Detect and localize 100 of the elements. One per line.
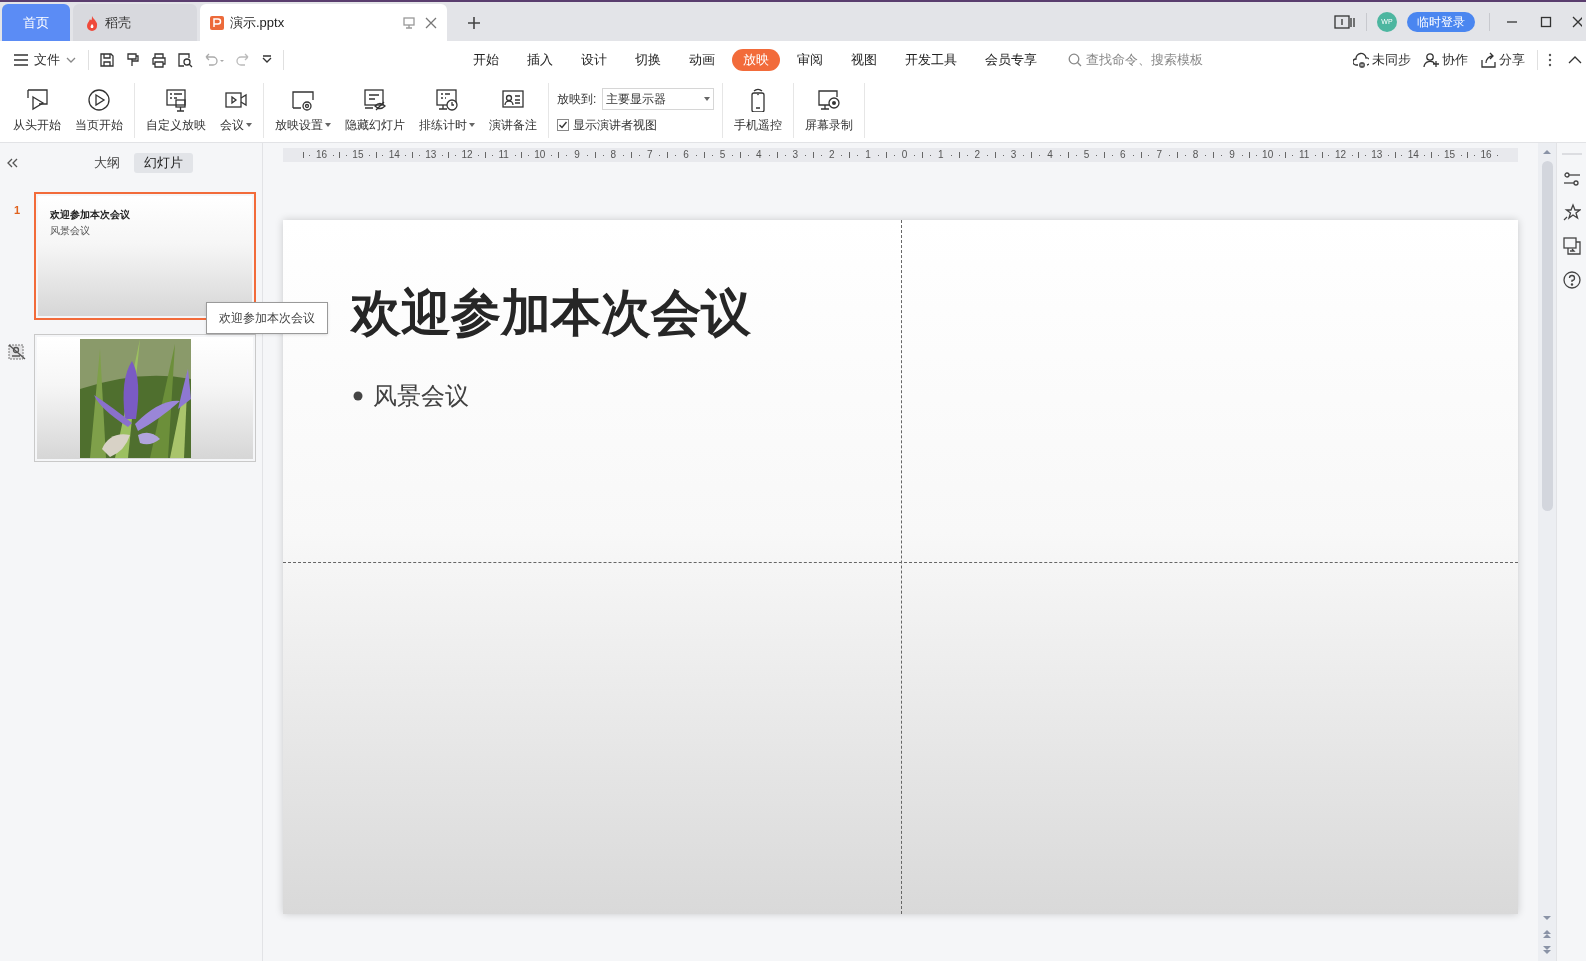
add-tab-icon[interactable] [467,16,481,30]
ruler-label: 8 [610,150,617,160]
ribbon-tab[interactable]: 开始 [462,49,510,71]
switch-window-icon[interactable] [1562,237,1581,255]
ruler-label: 0 [901,150,908,160]
print-icon[interactable] [151,52,167,68]
ribbon-tab[interactable]: 设计 [570,49,618,71]
flame-icon [85,14,99,31]
ribbon-button[interactable]: 从头开始 [6,83,68,138]
chevron-down-icon [66,57,76,63]
close-icon[interactable] [425,16,437,29]
ribbon-tab[interactable]: 动画 [678,49,726,71]
checkbox[interactable] [557,118,569,131]
hidden-slide-icon [363,87,387,112]
document-tab[interactable]: 稻壳 [73,4,197,41]
ruler-label: 6 [1120,150,1126,160]
field-label: 放映到: [557,90,597,108]
ribbon-tab[interactable]: 切换 [624,49,672,71]
ruler-label: 12 [1334,150,1346,160]
document-tab[interactable]: 演示.pptx [200,4,447,41]
scrollbar-thumb[interactable] [1541,161,1553,511]
tooltip: 欢迎参加本次会议 [206,302,328,334]
ribbon-tab[interactable]: 插入 [516,49,564,71]
ruler-label: 8 [1192,150,1199,160]
ruler-label: 15 [352,150,364,160]
ribbon-button[interactable]: 会议 [213,83,259,138]
scroll-down-icon[interactable] [1543,915,1551,921]
thumbnail-bullet: 风景会议 [50,224,90,238]
format-painter-icon[interactable] [125,52,141,68]
ruler-label: 4 [1047,150,1053,160]
collapse-panel-icon[interactable] [6,158,18,168]
menu-icon [14,54,28,66]
person-icon [1423,52,1439,68]
share-button[interactable]: 分享 [1480,50,1525,70]
collaborate-button[interactable]: 协作 [1423,50,1468,70]
ruler-label: 3 [792,150,799,160]
ruler-label: 11 [498,150,509,160]
ruler-label: 13 [1371,150,1383,160]
ribbon-button[interactable]: 手机遥控 [727,83,790,138]
ribbon-tab[interactable]: 审阅 [786,49,834,71]
clock-screen-icon [435,87,459,112]
slide-number: 1 [13,203,21,218]
presenter-view-checkbox[interactable]: 显示演讲者视图 [557,115,715,134]
slide-thumbnail[interactable] [34,334,256,462]
more-icon[interactable] [1548,53,1552,67]
print-preview-icon[interactable] [177,52,193,68]
panel-view-tab[interactable]: 幻灯片 [134,153,193,173]
dropdown-caret-icon [325,122,331,127]
dropdown-caret-icon [469,122,475,127]
dropdown-caret-icon [246,122,252,127]
ruler-label: 16 [1480,150,1492,160]
scroll-up-icon[interactable] [1543,149,1551,155]
thumbnail-title: 欢迎参加本次会议 [50,208,130,222]
ruler-label: 2 [974,150,980,160]
ruler-label: 5 [719,150,726,160]
ribbon-button[interactable]: 隐藏幻灯片 [338,83,412,138]
help-icon[interactable] [1562,271,1581,289]
display-select[interactable]: 主要显示器 [602,87,715,110]
custom-show-icon [164,87,188,112]
star-icon[interactable] [1562,203,1581,221]
ruler-label: 11 [1298,150,1310,160]
file-menu[interactable]: 文件 [14,50,76,70]
page-layout-icon[interactable] [1334,15,1356,29]
ruler-label: 9 [1229,150,1235,160]
ruler-label: 13 [425,150,437,160]
dropdown-caret-icon [704,96,711,101]
ribbon-button[interactable]: 演讲备注 [482,83,544,138]
screen-record-icon [817,87,842,112]
play-from-start-icon [25,87,49,112]
login-button[interactable]: 临时登录 [1407,12,1475,32]
ribbon-button[interactable]: 当页开始 [68,83,130,138]
ribbon-tab[interactable]: 会员专享 [974,49,1048,71]
search-icon [1068,53,1082,67]
maximize-icon[interactable] [1540,16,1552,28]
ruler-label: 10 [1262,150,1274,160]
collapse-ribbon-icon[interactable] [1568,56,1582,64]
save-icon[interactable] [99,52,115,68]
previous-page-icon[interactable] [1543,929,1551,939]
next-page-icon[interactable] [1543,945,1551,955]
bullet-icon [353,391,363,401]
share-icon [1480,52,1496,68]
ribbon-button[interactable]: 屏幕录制 [798,83,861,138]
play-icon [87,87,111,112]
ruler-label: 1 [865,150,871,160]
panel-view-tab[interactable]: 大纲 [84,153,130,173]
ruler-label: 6 [683,150,689,160]
slide-title: 欢迎参加本次会议 [351,284,751,343]
ruler-label: 3 [1010,150,1017,160]
ribbon-button[interactable]: 放映设置 [268,83,338,138]
ribbon-button[interactable]: 自定义放映 [139,83,213,138]
sync-status-button[interactable]: 未同步 [1353,50,1411,70]
ribbon-tab[interactable]: 开发工具 [894,49,968,71]
ruler-label: 2 [828,150,835,160]
search-field[interactable]: 查找命令、搜索模板 [1068,50,1226,70]
sliders-icon[interactable] [1562,171,1581,187]
ribbon-button[interactable]: 排练计时 [412,83,482,138]
ruler-label: 1 [938,150,944,160]
ribbon-tab[interactable]: 视图 [840,49,888,71]
close-icon[interactable] [1572,16,1582,28]
ruler-label: 7 [1156,150,1162,160]
